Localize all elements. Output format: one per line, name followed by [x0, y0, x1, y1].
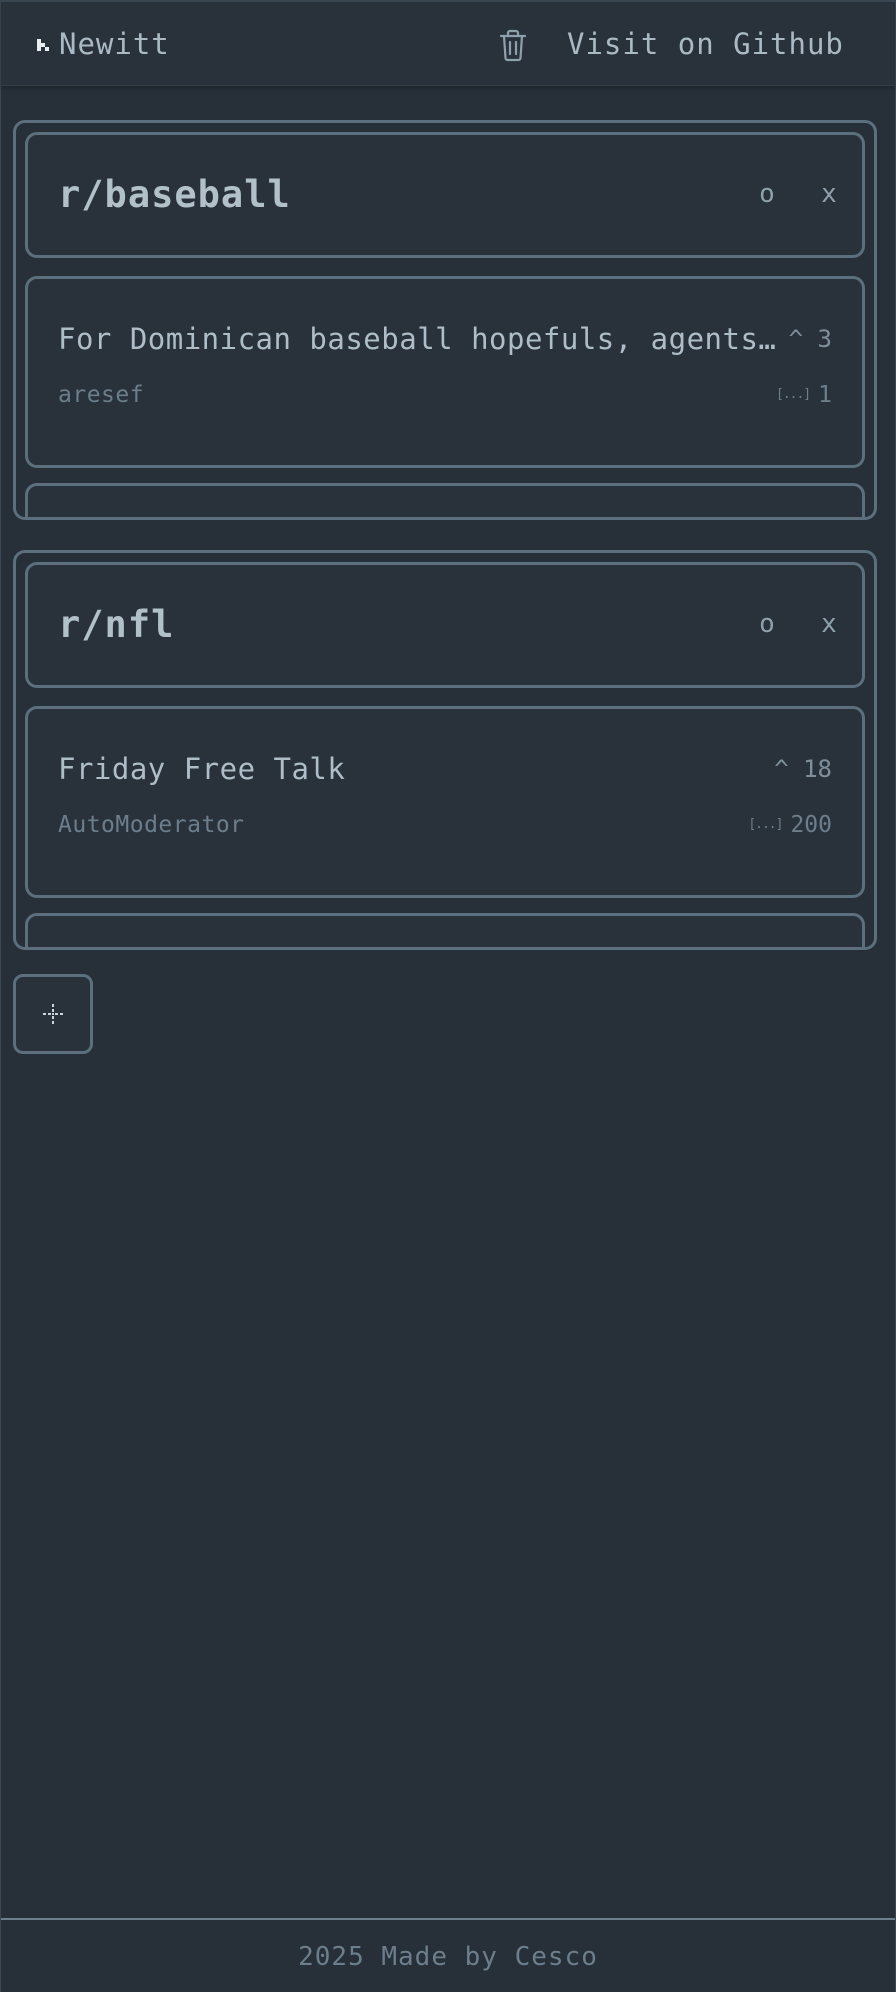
clear-all-button[interactable]	[497, 28, 529, 62]
subreddit-column-baseball: r/baseball o x For Dominican baseball ho…	[13, 120, 877, 520]
post-score: ^ 3	[788, 325, 832, 353]
post-author[interactable]: aresef	[58, 379, 144, 411]
column-header: r/baseball o x	[25, 132, 865, 258]
next-post-card-peek[interactable]	[25, 483, 865, 517]
comment-icon: [...]	[776, 387, 811, 402]
refresh-button[interactable]: o	[752, 179, 782, 209]
comment-count: 1	[818, 382, 832, 408]
post-comments[interactable]: [...] 1	[776, 379, 832, 411]
top-bar: Newitt Visit on Github	[1, 2, 895, 86]
post-comments[interactable]: [...] 200	[748, 809, 832, 841]
post-title[interactable]: For Dominican baseball hopefuls, agents …	[58, 319, 788, 359]
refresh-button[interactable]: o	[752, 609, 782, 639]
column-title: r/baseball	[58, 173, 291, 216]
comment-count: 200	[790, 812, 832, 838]
post-score: ^ 18	[774, 755, 832, 783]
footer-text: 2025 Made by Cesco	[298, 1942, 598, 1972]
next-post-card-peek[interactable]	[25, 913, 865, 947]
footer: 2025 Made by Cesco	[1, 1918, 895, 1992]
trash-icon	[499, 29, 527, 62]
post-author[interactable]: AutoModerator	[58, 809, 245, 841]
add-column-button[interactable]	[13, 974, 93, 1054]
close-column-button[interactable]: x	[814, 179, 844, 209]
plus-icon	[43, 1004, 63, 1024]
brand-name: Newitt	[59, 27, 170, 61]
brand[interactable]: Newitt	[37, 26, 170, 62]
subreddit-column-nfl: r/nfl o x Friday Free Talk ^ 18 AutoMode…	[13, 550, 877, 950]
github-link[interactable]: Visit on Github	[567, 26, 844, 62]
cursor-arrow-icon	[37, 39, 49, 51]
column-title: r/nfl	[58, 603, 175, 646]
app-root: Newitt Visit on Github r/baseball o x Fo…	[0, 0, 896, 1992]
post-card[interactable]: For Dominican baseball hopefuls, agents …	[25, 276, 865, 468]
close-column-button[interactable]: x	[814, 609, 844, 639]
column-header: r/nfl o x	[25, 562, 865, 688]
post-card[interactable]: Friday Free Talk ^ 18 AutoModerator [...…	[25, 706, 865, 898]
comment-icon: [...]	[748, 817, 783, 832]
post-title[interactable]: Friday Free Talk	[58, 749, 788, 789]
